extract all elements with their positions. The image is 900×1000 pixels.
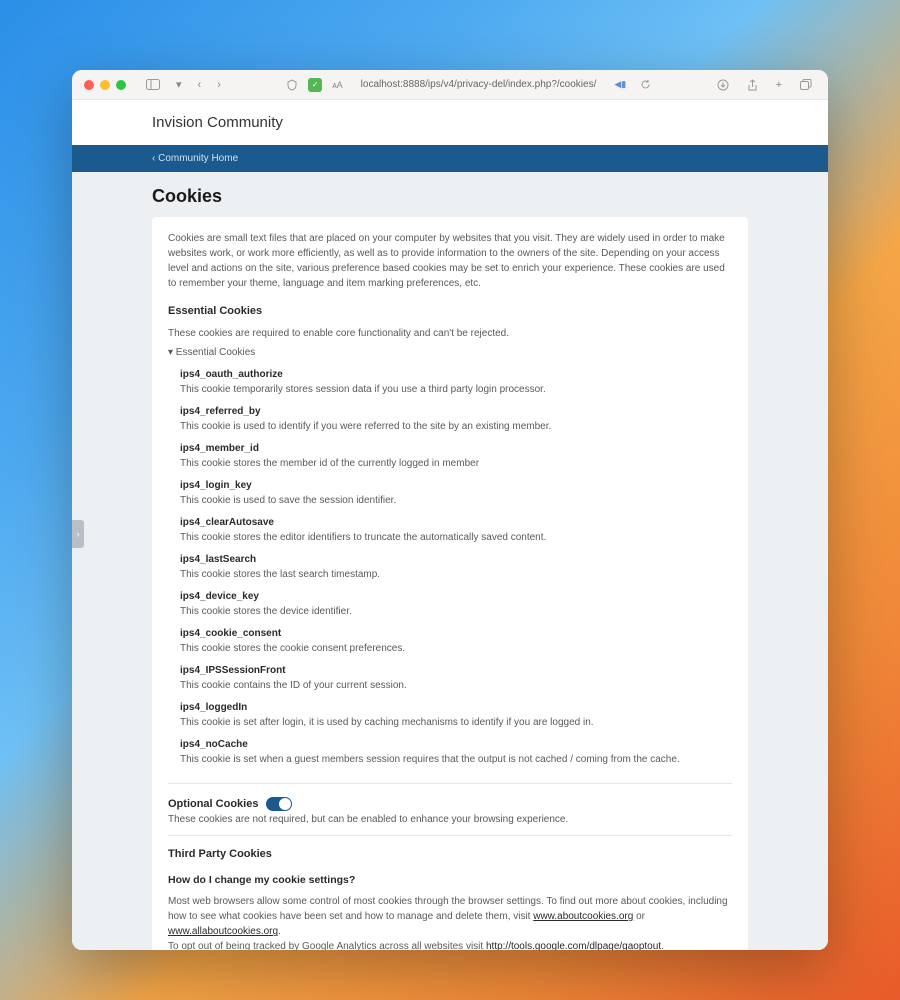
cookie-item: ips4_IPSSessionFrontThis cookie contains… bbox=[180, 663, 732, 693]
cookie-name: ips4_loggedIn bbox=[180, 700, 732, 715]
essential-details-toggle[interactable]: ▾ Essential Cookies bbox=[168, 345, 732, 360]
cookie-desc: This cookie stores the member id of the … bbox=[180, 456, 732, 471]
forward-icon[interactable]: › bbox=[213, 79, 225, 91]
cookie-item: ips4_oauth_authorizeThis cookie temporar… bbox=[180, 367, 732, 397]
close-icon[interactable] bbox=[84, 80, 94, 90]
optional-toggle[interactable] bbox=[266, 797, 292, 811]
tabs-icon[interactable] bbox=[796, 79, 816, 91]
intro-text: Cookies are small text files that are pl… bbox=[168, 231, 732, 291]
essential-desc: These cookies are required to enable cor… bbox=[168, 326, 732, 341]
minimize-icon[interactable] bbox=[100, 80, 110, 90]
secure-icon[interactable]: ✓ bbox=[308, 78, 322, 92]
site-header: Invision Community bbox=[72, 100, 828, 145]
ga-optout-link[interactable]: http://tools.google.com/dlpage/gaoptout bbox=[486, 941, 661, 950]
essential-heading: Essential Cookies bbox=[168, 303, 732, 320]
cookie-desc: This cookie temporarily stores session d… bbox=[180, 382, 732, 397]
cookie-desc: This cookie contains the ID of your curr… bbox=[180, 678, 732, 693]
cookie-item: ips4_referred_byThis cookie is used to i… bbox=[180, 404, 732, 434]
sidebar-icon[interactable] bbox=[142, 79, 164, 90]
cookie-desc: This cookie stores the cookie consent pr… bbox=[180, 641, 732, 656]
window-controls bbox=[84, 80, 126, 90]
cookie-desc: This cookie stores the last search times… bbox=[180, 567, 732, 582]
maximize-icon[interactable] bbox=[116, 80, 126, 90]
breadcrumb: ‹ Community Home bbox=[72, 145, 828, 172]
cookie-name: ips4_clearAutosave bbox=[180, 515, 732, 530]
cookie-desc: This cookie is set when a guest members … bbox=[180, 752, 732, 767]
privacy-icon[interactable] bbox=[282, 79, 302, 91]
cookie-name: ips4_referred_by bbox=[180, 404, 732, 419]
cookie-name: ips4_cookie_consent bbox=[180, 626, 732, 641]
optional-desc: These cookies are not required, but can … bbox=[168, 812, 732, 827]
titlebar: ▾ ‹ › ✓ ᴀA localhost:8888/ips/v4/privacy… bbox=[72, 70, 828, 100]
cookie-name: ips4_oauth_authorize bbox=[180, 367, 732, 382]
site-title: Invision Community bbox=[152, 114, 748, 131]
breadcrumb-link[interactable]: Community Home bbox=[158, 153, 238, 164]
cookie-name: ips4_lastSearch bbox=[180, 552, 732, 567]
reader-icon[interactable]: ◀▮ bbox=[610, 79, 630, 90]
cookie-name: ips4_device_key bbox=[180, 589, 732, 604]
side-expand-icon[interactable]: › bbox=[72, 520, 84, 548]
new-tab-icon[interactable]: + bbox=[772, 79, 786, 91]
cookie-name: ips4_IPSSessionFront bbox=[180, 663, 732, 678]
text-size-icon[interactable]: ᴀA bbox=[328, 80, 346, 90]
cookie-item: ips4_noCacheThis cookie is set when a gu… bbox=[180, 737, 732, 767]
third-party-heading: Third Party Cookies bbox=[168, 846, 732, 863]
reload-icon[interactable] bbox=[636, 79, 655, 90]
allabout-cookies-link[interactable]: www.allaboutcookies.org bbox=[168, 926, 278, 937]
page-title: Cookies bbox=[152, 186, 748, 207]
address-bar[interactable]: localhost:8888/ips/v4/privacy-del/index.… bbox=[353, 77, 605, 92]
cookie-name: ips4_noCache bbox=[180, 737, 732, 752]
browser-window: ▾ ‹ › ✓ ᴀA localhost:8888/ips/v4/privacy… bbox=[72, 70, 828, 950]
share-icon[interactable] bbox=[743, 79, 762, 91]
cookie-name: ips4_member_id bbox=[180, 441, 732, 456]
cookie-desc: This cookie is set after login, it is us… bbox=[180, 715, 732, 730]
change-paragraph-1: Most web browsers allow some control of … bbox=[168, 894, 732, 939]
cookie-name: ips4_login_key bbox=[180, 478, 732, 493]
cookies-card: Cookies are small text files that are pl… bbox=[152, 217, 748, 950]
about-cookies-link[interactable]: www.aboutcookies.org bbox=[533, 911, 633, 922]
dropdown-icon[interactable]: ▾ bbox=[172, 78, 186, 91]
cookie-desc: This cookie is used to save the session … bbox=[180, 493, 732, 508]
page-content: › Invision Community ‹ Community Home Co… bbox=[72, 100, 828, 950]
cookie-item: ips4_lastSearchThis cookie stores the la… bbox=[180, 552, 732, 582]
download-icon[interactable] bbox=[713, 79, 733, 91]
cookie-item: ips4_member_idThis cookie stores the mem… bbox=[180, 441, 732, 471]
change-paragraph-2: To opt out of being tracked by Google An… bbox=[168, 939, 732, 950]
cookie-desc: This cookie stores the device identifier… bbox=[180, 604, 732, 619]
cookie-item: ips4_device_keyThis cookie stores the de… bbox=[180, 589, 732, 619]
optional-heading: Optional Cookies bbox=[168, 796, 258, 813]
cookie-item: ips4_login_keyThis cookie is used to sav… bbox=[180, 478, 732, 508]
cookie-item: ips4_clearAutosaveThis cookie stores the… bbox=[180, 515, 732, 545]
back-icon[interactable]: ‹ bbox=[194, 79, 206, 91]
cookie-desc: This cookie stores the editor identifier… bbox=[180, 530, 732, 545]
cookie-item: ips4_cookie_consentThis cookie stores th… bbox=[180, 626, 732, 656]
cookie-item: ips4_loggedInThis cookie is set after lo… bbox=[180, 700, 732, 730]
cookie-desc: This cookie is used to identify if you w… bbox=[180, 419, 732, 434]
change-heading: How do I change my cookie settings? bbox=[168, 873, 732, 889]
cookie-list: ips4_oauth_authorizeThis cookie temporar… bbox=[168, 367, 732, 767]
